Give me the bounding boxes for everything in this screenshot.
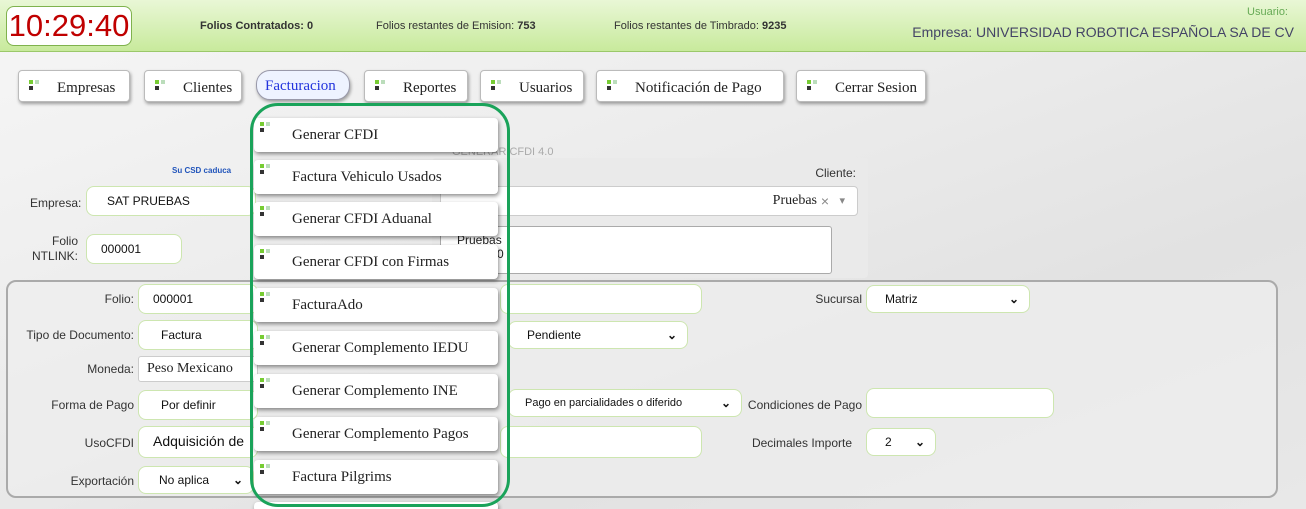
moneda-label: Moneda: bbox=[87, 362, 134, 376]
exportacion-select[interactable]: No aplica ⌄ bbox=[138, 466, 254, 494]
condiciones-pago-label: Condiciones de Pago bbox=[747, 398, 862, 412]
nav-empresas[interactable]: Empresas bbox=[18, 70, 130, 102]
chevron-down-icon: ⌄ bbox=[720, 396, 731, 410]
exportacion-value: No aplica bbox=[159, 473, 210, 487]
folio-ntlink-input[interactable]: 000001 bbox=[86, 234, 182, 264]
sucursal-value: Matriz bbox=[885, 292, 918, 306]
nav-reportes-label: Reportes bbox=[403, 80, 457, 96]
nav-usuarios-label: Usuarios bbox=[519, 80, 573, 96]
fecha-input[interactable] bbox=[500, 284, 702, 314]
folio-label: Folio: bbox=[104, 292, 134, 306]
nav-notificacion-label: Notificación de Pago bbox=[635, 80, 762, 96]
condiciones-pago-input[interactable] bbox=[866, 388, 1054, 418]
estado-select[interactable]: Pendiente ⌄ bbox=[508, 321, 688, 349]
folios-emision-value: 753 bbox=[517, 20, 536, 32]
nav-clientes-label: Clientes bbox=[183, 80, 233, 96]
cliente-value: Pruebas bbox=[772, 193, 817, 208]
menu-bullet-icon bbox=[491, 80, 501, 92]
folio-ntlink-label-line1: Folio bbox=[51, 234, 78, 248]
forma-pago-select[interactable]: Por definir bbox=[138, 390, 258, 420]
folio-ntlink-label: Folio NTLINK: bbox=[30, 234, 78, 264]
folio-ntlink-label-line2: NTLINK: bbox=[31, 249, 78, 263]
menu-bullet-icon bbox=[607, 80, 617, 92]
chevron-down-icon: ⌄ bbox=[1008, 292, 1019, 306]
moneda-select[interactable]: Peso Mexicano bbox=[138, 356, 258, 382]
sucursal-label: Sucursal bbox=[815, 292, 862, 306]
nav-empresas-label: Empresas bbox=[57, 80, 116, 96]
nav-facturacion[interactable]: Facturacion bbox=[256, 70, 350, 100]
empresa-select[interactable]: SAT PRUEBAS bbox=[86, 186, 256, 216]
tipo-documento-select[interactable]: Factura bbox=[138, 320, 258, 350]
chevron-down-icon[interactable]: ▾ bbox=[839, 194, 845, 207]
exportacion-label: Exportación bbox=[70, 474, 134, 488]
menu-bullet-icon bbox=[375, 80, 385, 92]
cliente-detail-line2: 0101000 bbox=[457, 247, 831, 261]
chevron-down-icon: ⌄ bbox=[232, 473, 243, 487]
chevron-down-icon: ⌄ bbox=[914, 435, 925, 449]
nav-reportes[interactable]: Reportes bbox=[364, 70, 468, 102]
clock: 10:29:40 bbox=[6, 6, 132, 46]
decimales-select[interactable]: 2 ⌄ bbox=[866, 428, 936, 456]
cliente-label: Cliente: bbox=[815, 166, 856, 180]
highlight-outline bbox=[250, 103, 510, 507]
forma-pago-label: Forma de Pago bbox=[51, 398, 134, 412]
nav-clientes[interactable]: Clientes bbox=[144, 70, 242, 102]
cliente-detail-line1: Pruebas bbox=[457, 233, 502, 247]
usocfdi-label: UsoCFDI bbox=[84, 436, 134, 450]
estado-value: Pendiente bbox=[527, 328, 582, 342]
clear-icon[interactable]: × bbox=[821, 193, 829, 209]
top-bar: 10:29:40 Folios Contratados: 0 Folios re… bbox=[0, 0, 1306, 52]
folios-emision: Folios restantes de Emision: 753 bbox=[376, 20, 536, 32]
usocfdi-select[interactable]: Adquisición de bbox=[138, 426, 258, 458]
folios-timbrado: Folios restantes de Timbrado: 9235 bbox=[614, 20, 786, 32]
sucursal-select[interactable]: Matriz ⌄ bbox=[866, 285, 1030, 313]
decimales-importe-label: Decimales Importe bbox=[751, 436, 852, 450]
decimales-value: 2 bbox=[885, 435, 892, 449]
empresa-header: Empresa: UNIVERSIDAD ROBOTICA ESPAÑOLA S… bbox=[912, 24, 1294, 40]
nav-notificacion-pago[interactable]: Notificación de Pago bbox=[596, 70, 784, 102]
folio-input[interactable]: 000001 bbox=[138, 284, 258, 314]
nav-cerrar-sesion[interactable]: Cerrar Sesion bbox=[796, 70, 926, 102]
menu-bullet-icon bbox=[29, 80, 39, 92]
nav-usuarios[interactable]: Usuarios bbox=[480, 70, 584, 102]
metodo-pago-value: Pago en parcialidades o diferido bbox=[525, 397, 683, 409]
chevron-down-icon: ⌄ bbox=[666, 328, 677, 342]
metodo-pago-select[interactable]: Pago en parcialidades o diferido ⌄ bbox=[508, 389, 742, 417]
menu-bullet-icon bbox=[807, 80, 817, 92]
usocfdi-extra-input[interactable] bbox=[500, 426, 702, 458]
folios-contratados: Folios Contratados: 0 bbox=[200, 20, 314, 32]
usuario-label: Usuario: bbox=[1247, 6, 1288, 18]
tipo-documento-label: Tipo de Documento: bbox=[26, 328, 134, 342]
nav-cerrar-label: Cerrar Sesion bbox=[835, 80, 918, 96]
nav-facturacion-label: Facturacion bbox=[265, 78, 336, 94]
csd-notice: Su CSD caduca bbox=[172, 166, 232, 175]
empresa-label: Empresa: bbox=[30, 196, 82, 210]
menu-bullet-icon bbox=[155, 80, 165, 92]
folios-timbrado-label: Folios restantes de Timbrado: bbox=[614, 20, 759, 32]
folios-timbrado-value: 9235 bbox=[761, 20, 787, 32]
folios-emision-label: Folios restantes de Emision: bbox=[376, 20, 515, 32]
